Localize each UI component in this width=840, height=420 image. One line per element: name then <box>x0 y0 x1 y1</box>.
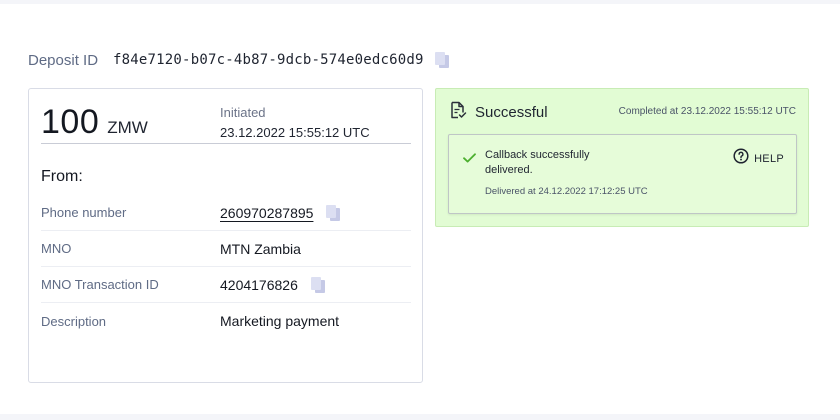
row-label: MNO <box>41 241 72 256</box>
copy-icon[interactable] <box>434 51 450 69</box>
row-mno-transaction-id: MNO Transaction ID 4204176826 <box>41 267 411 303</box>
row-label: Description <box>41 313 107 329</box>
row-mno: MNO MTN Zambia <box>41 231 411 267</box>
row-phone-number: Phone number 260970287895 <box>41 195 411 231</box>
amount-block: 100 ZMW <box>41 103 148 142</box>
initiated-label: Initiated <box>220 105 266 120</box>
callback-message: Callback successfully delivered. <box>485 149 590 176</box>
deposit-id-row: Deposit ID f84e7120-b07c-4b87-9dcb-574e0… <box>28 48 450 72</box>
callback-box: Callback successfully delivered. Deliver… <box>448 134 797 214</box>
amount-divider <box>41 143 411 144</box>
initiated-time: 23.12.2022 15:55:12 UTC <box>220 125 370 140</box>
from-rows: Phone number 260970287895 MNO MTN Zambia… <box>41 195 411 339</box>
completed-time: Completed at 23.12.2022 15:55:12 UTC <box>618 106 796 117</box>
page-canvas: Deposit ID f84e7120-b07c-4b87-9dcb-574e0… <box>0 4 840 414</box>
help-label: HELP <box>754 152 784 165</box>
row-description: Description Marketing payment <box>41 303 411 339</box>
deposit-id-label: Deposit ID <box>28 51 99 69</box>
row-label: Phone number <box>41 205 127 220</box>
from-title: From: <box>41 168 83 185</box>
row-label: MNO Transaction ID <box>41 277 159 292</box>
row-value: Marketing payment <box>220 313 340 329</box>
copy-icon[interactable] <box>325 204 341 222</box>
copy-icon[interactable] <box>310 276 326 294</box>
row-value: 260970287895 <box>220 204 341 222</box>
status-panel: Successful Completed at 23.12.2022 15:55… <box>435 88 809 227</box>
deposit-details-card: 100 ZMW Initiated 23.12.2022 15:55:12 UT… <box>28 88 423 383</box>
mno-transaction-id-value: 4204176826 <box>220 276 298 293</box>
phone-number-link[interactable]: 260970287895 <box>220 205 313 221</box>
row-value: 4204176826 <box>220 276 326 294</box>
help-button[interactable]: HELP <box>733 148 784 169</box>
help-icon <box>733 148 749 169</box>
status-header: Successful <box>450 101 548 124</box>
check-icon <box>463 150 476 168</box>
deposit-id-value: f84e7120-b07c-4b87-9dcb-574e0edc60d9 <box>113 52 424 68</box>
row-value: MTN Zambia <box>220 240 301 257</box>
delivered-time: Delivered at 24.12.2022 17:12:25 UTC <box>485 186 648 197</box>
amount-value: 100 <box>41 103 100 141</box>
status-title: Successful <box>475 104 548 121</box>
amount-currency: ZMW <box>107 118 148 137</box>
document-check-icon <box>450 101 467 124</box>
initiated-block: Initiated 23.12.2022 15:55:12 UTC <box>220 105 370 140</box>
